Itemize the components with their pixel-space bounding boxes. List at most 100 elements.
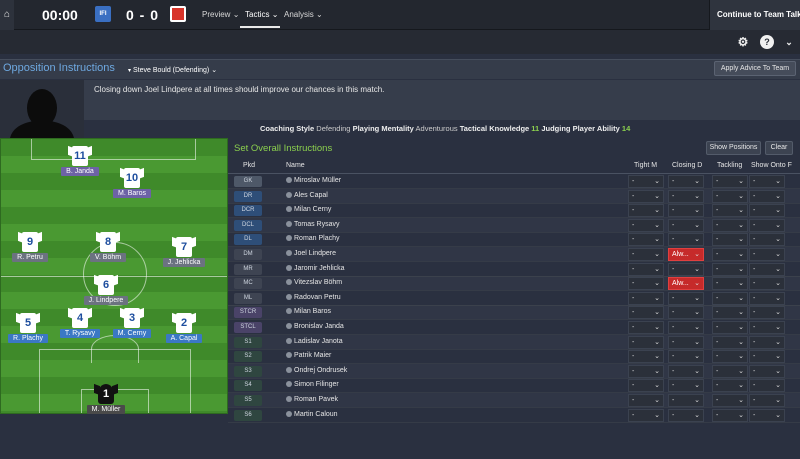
table-row[interactable]: STCL Bronislav Janda - ⌄ - ⌄ - ⌄ - ⌄ [228, 320, 800, 335]
player-name[interactable]: Patrik Maier [286, 352, 331, 359]
show-onto-foot-dropdown[interactable]: - ⌄ [749, 306, 785, 320]
pitch-player[interactable]: 10 M. Baros [97, 167, 167, 198]
tackling-dropdown[interactable]: - ⌄ [712, 379, 748, 393]
pitch-player[interactable]: 8 V. Böhm [73, 231, 143, 262]
clear-button[interactable]: Clear [765, 141, 793, 155]
closing-down-dropdown[interactable]: - ⌄ [668, 364, 704, 378]
table-row[interactable]: DL Roman Plachy - ⌄ - ⌄ - ⌄ - ⌄ [228, 232, 800, 248]
closing-down-dropdown[interactable]: - ⌄ [668, 408, 704, 422]
closing-down-dropdown[interactable]: Alw... ⌄ [668, 248, 704, 261]
closing-down-dropdown[interactable]: Alw... ⌄ [668, 277, 704, 291]
player-name[interactable]: Milan Cerny [286, 206, 331, 213]
nav-tactics[interactable]: Tactics ⌄ [245, 10, 278, 19]
nav-preview[interactable]: Preview ⌄ [202, 10, 239, 19]
closing-down-dropdown[interactable]: - ⌄ [668, 291, 704, 305]
table-row[interactable]: DCL Tomas Rysavy - ⌄ - ⌄ - ⌄ - ⌄ [228, 218, 800, 233]
tackling-dropdown[interactable]: - ⌄ [712, 204, 748, 218]
table-row[interactable]: DR Ales Capal - ⌄ - ⌄ - ⌄ - ⌄ [228, 189, 800, 204]
table-row[interactable]: MC Vitezslav Böhm - ⌄ Alw... ⌄ - ⌄ - ⌄ [228, 276, 800, 292]
table-row[interactable]: S4 Simon Filinger - ⌄ - ⌄ - ⌄ - ⌄ [228, 378, 800, 394]
player-name[interactable]: Ladislav Janota [286, 337, 343, 345]
closing-down-dropdown[interactable]: - ⌄ [668, 204, 704, 218]
pitch-player[interactable]: 9 R. Petru [0, 231, 65, 262]
table-row[interactable]: DCR Milan Cerny - ⌄ - ⌄ - ⌄ - ⌄ [228, 203, 800, 219]
show-onto-foot-dropdown[interactable]: - ⌄ [749, 233, 785, 247]
tackling-dropdown[interactable]: - ⌄ [712, 394, 748, 407]
tight-marking-dropdown[interactable]: - ⌄ [628, 233, 664, 247]
show-onto-foot-dropdown[interactable]: - ⌄ [749, 277, 785, 291]
tight-marking-dropdown[interactable]: - ⌄ [628, 335, 664, 349]
tight-marking-dropdown[interactable]: - ⌄ [628, 262, 664, 276]
show-onto-foot-dropdown[interactable]: - ⌄ [749, 350, 785, 364]
tight-marking-dropdown[interactable]: - ⌄ [628, 291, 664, 305]
tackling-dropdown[interactable]: - ⌄ [712, 408, 748, 422]
tackling-dropdown[interactable]: - ⌄ [712, 364, 748, 378]
show-onto-foot-dropdown[interactable]: - ⌄ [749, 321, 785, 334]
help-icon[interactable]: ? [760, 35, 774, 49]
show-onto-foot-dropdown[interactable]: - ⌄ [749, 175, 785, 188]
show-positions-button[interactable]: Show Positions [706, 141, 761, 155]
column-show-onto-foot[interactable]: Show Onto F [751, 162, 792, 169]
tackling-dropdown[interactable]: - ⌄ [712, 335, 748, 349]
closing-down-dropdown[interactable]: - ⌄ [668, 218, 704, 232]
table-row[interactable]: ML Radovan Petru - ⌄ - ⌄ - ⌄ - ⌄ [228, 291, 800, 306]
manager-selector[interactable]: ▾ Steve Bould (Defending) ⌄ [128, 66, 217, 74]
tackling-dropdown[interactable]: - ⌄ [712, 262, 748, 276]
show-onto-foot-dropdown[interactable]: - ⌄ [749, 291, 785, 305]
closing-down-dropdown[interactable]: - ⌄ [668, 379, 704, 393]
player-name[interactable]: Ales Capal [286, 191, 328, 199]
table-row[interactable]: S5 Roman Pavek - ⌄ - ⌄ - ⌄ - ⌄ [228, 393, 800, 408]
table-row[interactable]: S3 Ondrej Ondrusek - ⌄ - ⌄ - ⌄ - ⌄ [228, 364, 800, 379]
column-pkd[interactable]: Pkd [243, 162, 255, 169]
player-name[interactable]: Joel Lindpere [286, 250, 336, 257]
tight-marking-dropdown[interactable]: - ⌄ [628, 364, 664, 378]
tight-marking-dropdown[interactable]: - ⌄ [628, 277, 664, 291]
pitch-player[interactable]: 2 A. Capal [149, 312, 219, 343]
tight-marking-dropdown[interactable]: - ⌄ [628, 218, 664, 232]
show-onto-foot-dropdown[interactable]: - ⌄ [749, 248, 785, 261]
tight-marking-dropdown[interactable]: - ⌄ [628, 394, 664, 407]
tackling-dropdown[interactable]: - ⌄ [712, 175, 748, 188]
chevron-down-icon[interactable]: ⌄ [782, 35, 796, 49]
column-tight-marking[interactable]: Tight M [634, 162, 657, 169]
pitch-player[interactable]: 6 J. Lindpere [71, 274, 141, 305]
table-row[interactable]: S2 Patrik Maier - ⌄ - ⌄ - ⌄ - ⌄ [228, 349, 800, 365]
tackling-dropdown[interactable]: - ⌄ [712, 233, 748, 247]
tight-marking-dropdown[interactable]: - ⌄ [628, 248, 664, 261]
continue-button[interactable]: Continue to Team Talk [709, 0, 800, 30]
table-row[interactable]: GK Miroslav Müller - ⌄ - ⌄ - ⌄ - ⌄ [228, 174, 800, 189]
player-name[interactable]: Ondrej Ondrusek [286, 366, 347, 374]
tackling-dropdown[interactable]: - ⌄ [712, 350, 748, 364]
player-name[interactable]: Radovan Petru [286, 293, 341, 301]
pitch-player[interactable]: 7 J. Jehlicka [149, 236, 219, 267]
tight-marking-dropdown[interactable]: - ⌄ [628, 379, 664, 393]
show-onto-foot-dropdown[interactable]: - ⌄ [749, 262, 785, 276]
closing-down-dropdown[interactable]: - ⌄ [668, 321, 704, 334]
tight-marking-dropdown[interactable]: - ⌄ [628, 408, 664, 422]
show-onto-foot-dropdown[interactable]: - ⌄ [749, 394, 785, 407]
closing-down-dropdown[interactable]: - ⌄ [668, 262, 704, 276]
tight-marking-dropdown[interactable]: - ⌄ [628, 306, 664, 320]
player-name[interactable]: Simon Filinger [286, 381, 339, 388]
tight-marking-dropdown[interactable]: - ⌄ [628, 175, 664, 188]
pitch-player[interactable]: 1 M. Müller [71, 383, 141, 414]
closing-down-dropdown[interactable]: - ⌄ [668, 233, 704, 247]
closing-down-dropdown[interactable]: - ⌄ [668, 350, 704, 364]
closing-down-dropdown[interactable]: - ⌄ [668, 335, 704, 349]
tackling-dropdown[interactable]: - ⌄ [712, 218, 748, 232]
tackling-dropdown[interactable]: - ⌄ [712, 306, 748, 320]
table-row[interactable]: DM Joel Lindpere - ⌄ Alw... ⌄ - ⌄ - ⌄ [228, 247, 800, 262]
tackling-dropdown[interactable]: - ⌄ [712, 277, 748, 291]
column-closing-down[interactable]: Closing D [672, 162, 702, 169]
column-tackling[interactable]: Tackling [717, 162, 742, 169]
show-onto-foot-dropdown[interactable]: - ⌄ [749, 379, 785, 393]
apply-advice-button[interactable]: Apply Advice To Team [714, 61, 796, 76]
tackling-dropdown[interactable]: - ⌄ [712, 248, 748, 261]
column-name[interactable]: Name [286, 162, 305, 169]
show-onto-foot-dropdown[interactable]: - ⌄ [749, 218, 785, 232]
show-onto-foot-dropdown[interactable]: - ⌄ [749, 335, 785, 349]
table-row[interactable]: MR Jaromir Jehlicka - ⌄ - ⌄ - ⌄ - ⌄ [228, 262, 800, 277]
home-button[interactable]: ⌂ [0, 0, 14, 30]
player-name[interactable]: Roman Plachy [286, 235, 340, 242]
table-row[interactable]: STCR Milan Baros - ⌄ - ⌄ - ⌄ - ⌄ [228, 305, 800, 321]
